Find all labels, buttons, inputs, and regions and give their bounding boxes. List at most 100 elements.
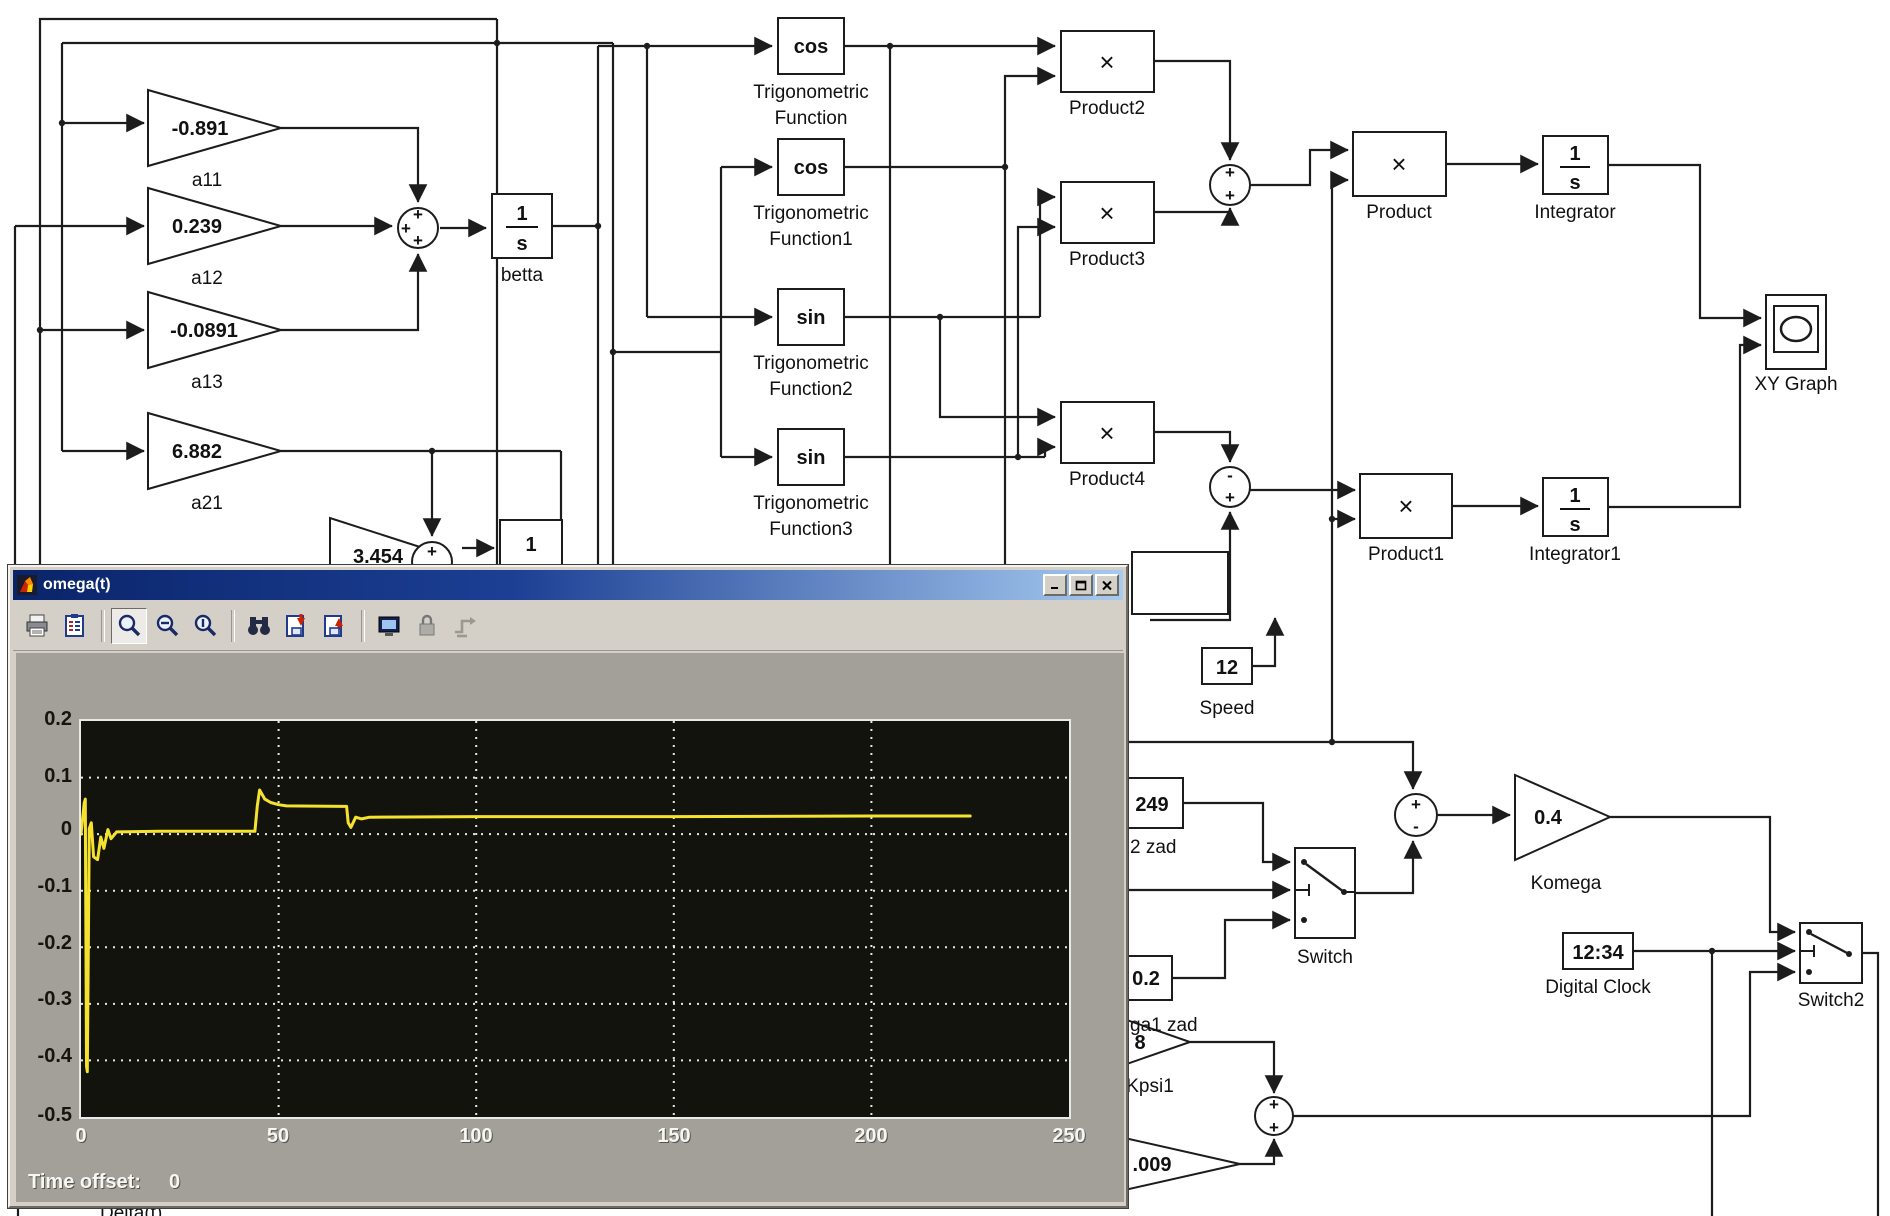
minimize-icon	[1049, 580, 1061, 590]
svg-text:Speed: Speed	[1200, 698, 1255, 719]
toolbar-separator	[361, 610, 365, 642]
svg-text:s: s	[1569, 514, 1580, 536]
svg-text:Trigonometric: Trigonometric	[753, 493, 868, 514]
digital-clock-block[interactable]: 12:34 Digital Clock	[1545, 933, 1651, 998]
svg-text:Integrator: Integrator	[1534, 202, 1616, 223]
trig-function[interactable]: cos Trigonometric Function	[753, 18, 868, 129]
trig-function2[interactable]: sin Trigonometric Function2	[753, 289, 868, 400]
toolbar-separator	[231, 610, 235, 642]
constant-speed[interactable]: 12 Speed	[1200, 648, 1255, 719]
x-tick-label: 50	[246, 1125, 310, 1148]
svg-text:Kpsi1: Kpsi1	[1126, 1076, 1174, 1097]
svg-text:Switch2: Switch2	[1798, 990, 1865, 1011]
zoom-button[interactable]	[111, 608, 147, 644]
svg-text:+: +	[401, 219, 411, 238]
save-axes-button[interactable]	[279, 608, 315, 644]
x-tick-label: 0	[49, 1125, 113, 1148]
integrator1[interactable]: 1 s Integrator1	[1529, 478, 1621, 565]
svg-text:+: +	[1269, 1118, 1279, 1137]
svg-text:1: 1	[1569, 143, 1580, 165]
zoom-x-button[interactable]	[149, 608, 185, 644]
time-offset-status: Time offset:0	[28, 1171, 180, 1194]
product2-block[interactable]: × Product2	[1061, 31, 1154, 119]
gain-komega[interactable]: 0.4 Komega	[1515, 775, 1610, 894]
restore-axes-button[interactable]	[317, 608, 353, 644]
restore-axes-icon	[321, 612, 349, 640]
product3-block[interactable]: × Product3	[1061, 182, 1154, 270]
svg-text:+: +	[413, 205, 423, 224]
scope-toolbar	[13, 602, 1123, 651]
print-button[interactable]	[19, 608, 55, 644]
scope-titlebar[interactable]: omega(t)	[13, 570, 1123, 600]
svg-text:Function3: Function3	[769, 519, 852, 540]
gain-a21[interactable]: 6.882 a21	[148, 413, 281, 514]
svg-text:sin: sin	[797, 447, 826, 469]
close-button[interactable]	[1095, 574, 1119, 596]
constant-one-partial[interactable]: 1	[500, 520, 562, 566]
product-block[interactable]: × Product	[1353, 132, 1446, 223]
scope-window: omega(t)	[8, 565, 1128, 1208]
autoscale-button[interactable]	[241, 608, 277, 644]
print-icon	[23, 612, 51, 640]
gain-a11[interactable]: -0.891 a11	[148, 90, 281, 191]
sum-psi[interactable]: + +	[1255, 1095, 1293, 1137]
integrator[interactable]: 1 s Integrator	[1534, 136, 1616, 223]
trig-function1[interactable]: cos Trigonometric Function1	[753, 139, 868, 250]
svg-text:cos: cos	[794, 157, 828, 179]
lock-axes-button[interactable]	[409, 608, 445, 644]
switch-block[interactable]: Switch	[1295, 848, 1355, 968]
svg-text:6.882: 6.882	[172, 441, 222, 463]
svg-text:249: 249	[1135, 794, 1168, 816]
svg-text:Function1: Function1	[769, 229, 852, 250]
svg-text:+: +	[1225, 488, 1235, 507]
sum-main[interactable]: + + +	[398, 205, 438, 250]
floating-scope-button[interactable]	[371, 608, 407, 644]
matlab-icon	[17, 575, 37, 595]
signal-selection-button[interactable]	[447, 608, 483, 644]
svg-text:Trigonometric: Trigonometric	[753, 203, 868, 224]
parameters-button[interactable]	[57, 608, 93, 644]
svg-text:×: ×	[1099, 47, 1114, 77]
product1-block[interactable]: × Product1	[1360, 474, 1452, 565]
integrator-betta[interactable]: 1 s betta	[492, 194, 552, 286]
product4-block[interactable]: × Product4	[1061, 402, 1154, 490]
zoom-icon	[115, 612, 143, 640]
xy-graph-block[interactable]: XY Graph	[1754, 295, 1837, 395]
floating-scope-icon	[375, 612, 403, 640]
svg-text:0.239: 0.239	[172, 216, 222, 238]
svg-text:0.2: 0.2	[1132, 968, 1160, 990]
window-title: omega(t)	[43, 576, 111, 594]
svg-text:+: +	[427, 542, 437, 561]
close-icon	[1101, 580, 1113, 591]
svg-text:a21: a21	[191, 493, 223, 514]
maximize-button[interactable]	[1069, 574, 1093, 596]
svg-text:cos: cos	[794, 36, 828, 58]
sum-right2[interactable]: - +	[1210, 466, 1250, 507]
minimize-button[interactable]	[1043, 574, 1067, 596]
x-tick-label: 150	[642, 1125, 706, 1148]
svg-text:+: +	[1225, 186, 1235, 205]
parameters-icon	[61, 612, 89, 640]
svg-text:a12: a12	[191, 268, 223, 289]
svg-text:-: -	[1413, 817, 1419, 836]
trig-function3[interactable]: sin Trigonometric Function3	[753, 429, 868, 540]
scope-plot-area[interactable]	[79, 719, 1071, 1119]
x-tick-label: 250	[1037, 1125, 1101, 1148]
binoculars-icon	[245, 612, 273, 640]
switch2-block[interactable]: Switch2	[1798, 923, 1865, 1011]
svg-text:+: +	[1411, 795, 1421, 814]
svg-text:s: s	[1569, 172, 1580, 194]
svg-text:Trigonometric: Trigonometric	[753, 353, 868, 374]
svg-text:×: ×	[1391, 149, 1406, 179]
y-tick-label: -0.2	[24, 932, 72, 954]
sum-right1[interactable]: + +	[1210, 163, 1250, 205]
zoom-x-icon	[153, 612, 181, 640]
svg-text:Function: Function	[775, 108, 848, 129]
partial-box[interactable]	[1132, 552, 1228, 614]
zoom-y-button[interactable]	[187, 608, 223, 644]
gain-a13[interactable]: -0.0891 a13	[148, 292, 281, 393]
sum-speed[interactable]: + -	[1395, 794, 1437, 836]
svg-text:Komega: Komega	[1531, 873, 1602, 894]
svg-text:1: 1	[1569, 485, 1580, 507]
gain-a12[interactable]: 0.239 a12	[148, 188, 281, 289]
